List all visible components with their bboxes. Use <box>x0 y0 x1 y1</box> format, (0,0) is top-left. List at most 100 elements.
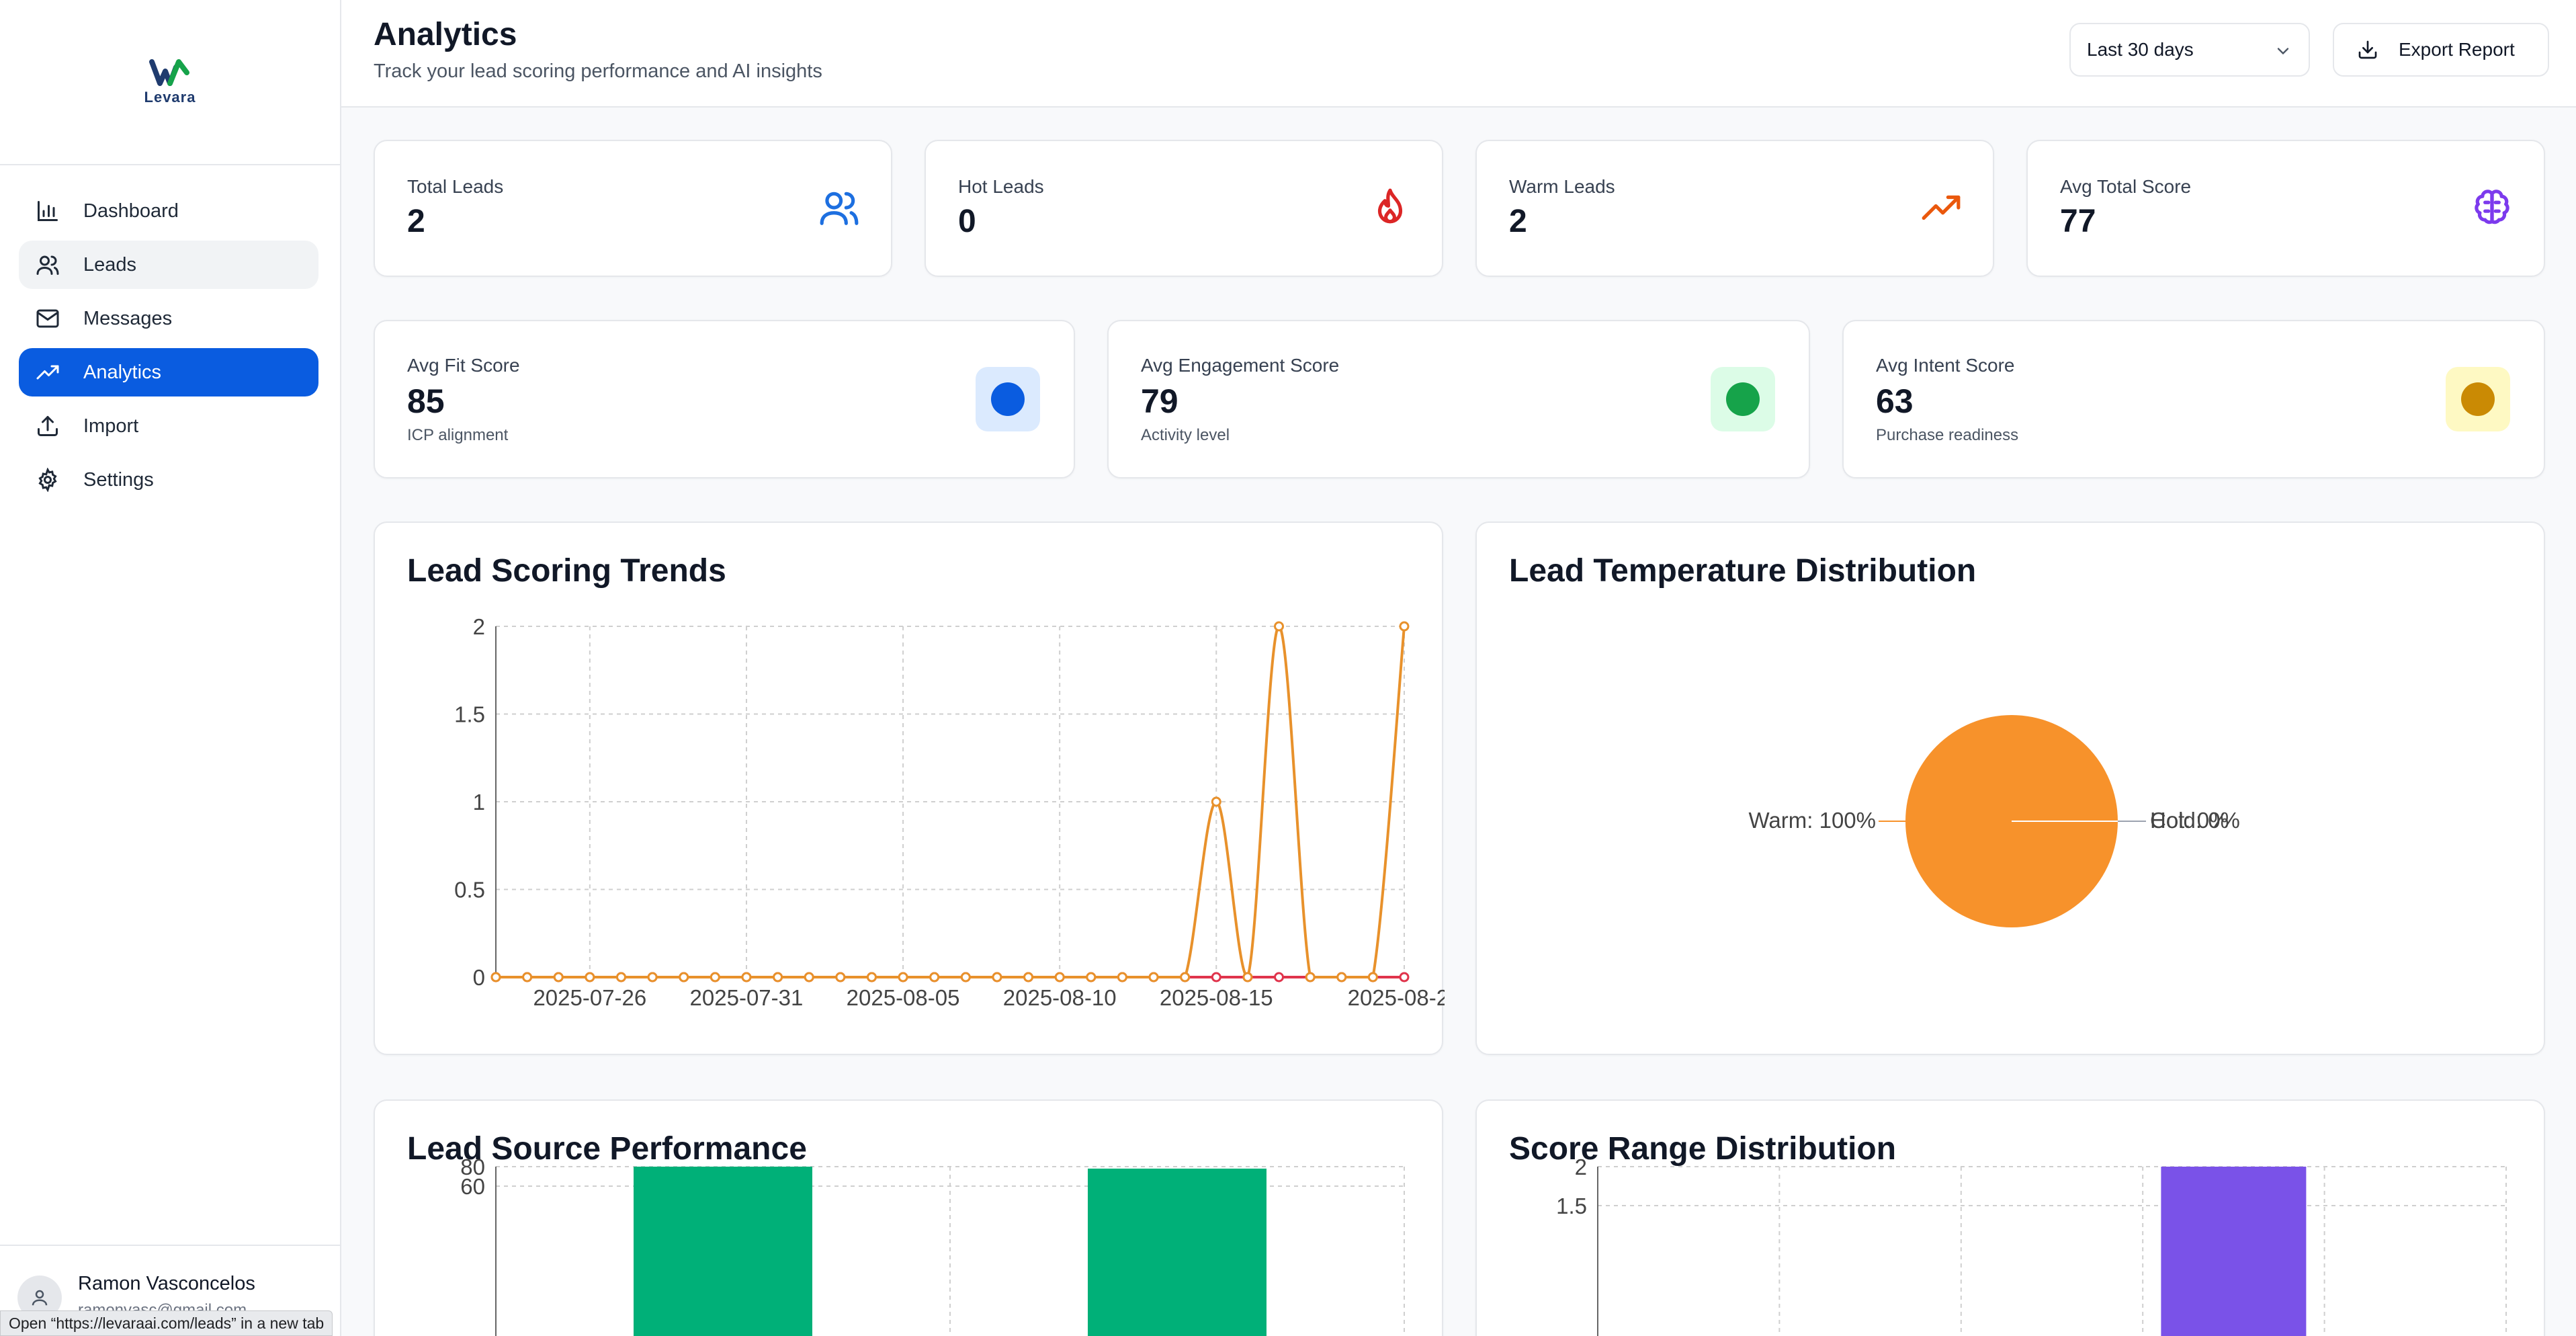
date-range-select[interactable]: Last 30 days <box>2069 23 2310 77</box>
bar <box>634 1167 812 1336</box>
data-point <box>1211 796 1221 807</box>
score-badge <box>976 367 1040 431</box>
data-point <box>522 972 533 983</box>
stat-value: 77 <box>2060 204 2096 239</box>
y-tick-label: 1.5 <box>1556 1194 1587 1218</box>
y-tick-label: 1 <box>473 790 485 815</box>
sidebar-item-label: Analytics <box>83 361 162 383</box>
data-point <box>992 972 1002 983</box>
data-point <box>1242 972 1253 983</box>
bar <box>1088 1168 1266 1336</box>
sidebar-item-dashboard[interactable]: Dashboard <box>19 187 318 235</box>
data-point <box>741 972 752 983</box>
data-point <box>1367 972 1378 983</box>
data-point <box>553 972 564 983</box>
sidebar-item-label: Messages <box>83 307 173 329</box>
y-tick-label: 0.5 <box>454 878 485 903</box>
data-point <box>1054 972 1065 983</box>
x-tick-label: 2025-08-05 <box>847 985 960 1010</box>
upload-icon <box>35 413 60 439</box>
data-point <box>1148 972 1159 983</box>
stat-value: 0 <box>958 204 976 239</box>
bar-chart-icon <box>35 198 60 224</box>
fit-score-dot-icon <box>991 382 1025 416</box>
sidebar-item-settings[interactable]: Settings <box>19 456 318 504</box>
data-point <box>490 972 501 983</box>
logo-area[interactable]: Levara <box>0 0 340 165</box>
data-point <box>773 972 783 983</box>
score-card-engagement: Avg Engagement Score 79 Activity level <box>1107 320 1810 478</box>
score-label: Avg Intent Score <box>1876 355 2015 376</box>
export-report-label: Export Report <box>2399 39 2515 60</box>
data-point <box>1023 972 1034 983</box>
stat-label: Avg Total Score <box>2060 176 2192 197</box>
mail-icon <box>35 306 60 331</box>
y-tick-label: 1.5 <box>454 702 485 727</box>
engagement-score-dot-icon <box>1726 382 1760 416</box>
y-tick-label: 2 <box>473 614 485 639</box>
x-tick-label: 2025-08-21 <box>1348 985 1445 1010</box>
sidebar: Levara Dashboard Leads Messages Analytic… <box>0 0 341 1336</box>
sidebar-item-messages[interactable]: Messages <box>19 294 318 343</box>
data-point <box>1180 972 1191 983</box>
stat-card-warm-leads: Warm Leads 2 <box>1475 140 1994 277</box>
levara-logo-icon <box>149 59 189 86</box>
stat-value: 2 <box>1509 204 1527 239</box>
page-header: Analytics Track your lead scoring perfor… <box>341 0 2576 108</box>
users-icon <box>35 252 60 278</box>
score-value: 85 <box>407 382 445 420</box>
data-point <box>1336 972 1347 983</box>
sidebar-item-leads[interactable]: Leads <box>19 241 318 289</box>
app-root: Levara Dashboard Leads Messages Analytic… <box>0 0 2576 1336</box>
score-badge <box>2446 367 2510 431</box>
sidebar-item-label: Settings <box>83 468 154 491</box>
data-point <box>1086 972 1097 983</box>
logo-text: Levara <box>144 89 196 106</box>
lead-temperature-pie-chart[interactable]: Warm: 100% Cold: 0%Hot: 0% <box>1477 523 2546 1056</box>
sidebar-item-label: Leads <box>83 253 137 276</box>
chart-card-score-range: Score Range Distribution 1.5 2 <box>1475 1099 2545 1336</box>
sidebar-nav: Dashboard Leads Messages Analytics Impor… <box>19 187 318 509</box>
score-subtitle: Activity level <box>1141 426 1230 444</box>
score-card-fit: Avg Fit Score 85 ICP alignment <box>374 320 1075 478</box>
sidebar-item-label: Import <box>83 415 139 437</box>
data-point <box>1274 621 1285 632</box>
stat-card-avg-total-score: Avg Total Score 77 <box>2026 140 2545 277</box>
sidebar-item-import[interactable]: Import <box>19 402 318 450</box>
pie-label-warm: Warm: 100% <box>1749 808 1877 833</box>
date-range-value: Last 30 days <box>2087 39 2194 60</box>
data-point <box>866 972 877 983</box>
data-point <box>960 972 971 983</box>
score-card-intent: Avg Intent Score 63 Purchase readiness <box>1842 320 2545 478</box>
sidebar-item-analytics[interactable]: Analytics <box>19 348 318 396</box>
link-status-bar: Open “https://levaraai.com/leads” in a n… <box>0 1310 333 1336</box>
data-point <box>1305 972 1316 983</box>
y-tick-label: 80 <box>460 1155 485 1179</box>
flame-icon <box>1369 187 1411 232</box>
stat-label: Warm Leads <box>1509 176 1615 197</box>
data-point <box>835 972 846 983</box>
user-name: Ramon Vasconcelos <box>78 1273 255 1294</box>
score-value: 79 <box>1141 382 1178 420</box>
lead-scoring-trends-chart[interactable]: 0 0.5 1 1.5 2 2025-07-26 2025-07-31 2025-08-05 2… <box>375 523 1445 1056</box>
score-label: Avg Fit Score <box>407 355 520 376</box>
intent-score-dot-icon <box>2461 382 2495 416</box>
data-point <box>898 972 908 983</box>
lead-source-bar-chart[interactable]: 6080 <box>375 1101 1445 1336</box>
data-point <box>929 972 940 983</box>
data-point <box>1211 972 1221 983</box>
chart-card-lead-temperature: Lead Temperature Distribution Warm: 100%… <box>1475 521 2545 1055</box>
x-tick-label: 2025-07-31 <box>690 985 804 1010</box>
export-report-button[interactable]: Export Report <box>2333 23 2549 77</box>
score-range-bar-chart[interactable]: 1.52 <box>1477 1101 2546 1336</box>
sidebar-item-label: Dashboard <box>83 200 179 222</box>
stat-label: Hot Leads <box>958 176 1044 197</box>
x-tick-label: 2025-08-15 <box>1160 985 1273 1010</box>
trending-up-icon <box>35 360 60 385</box>
user-icon <box>32 1290 48 1306</box>
score-badge <box>1711 367 1775 431</box>
stat-value: 2 <box>407 204 425 239</box>
x-tick-label: 2025-08-10 <box>1003 985 1117 1010</box>
chevron-down-icon <box>2274 42 2292 65</box>
data-point <box>679 972 689 983</box>
